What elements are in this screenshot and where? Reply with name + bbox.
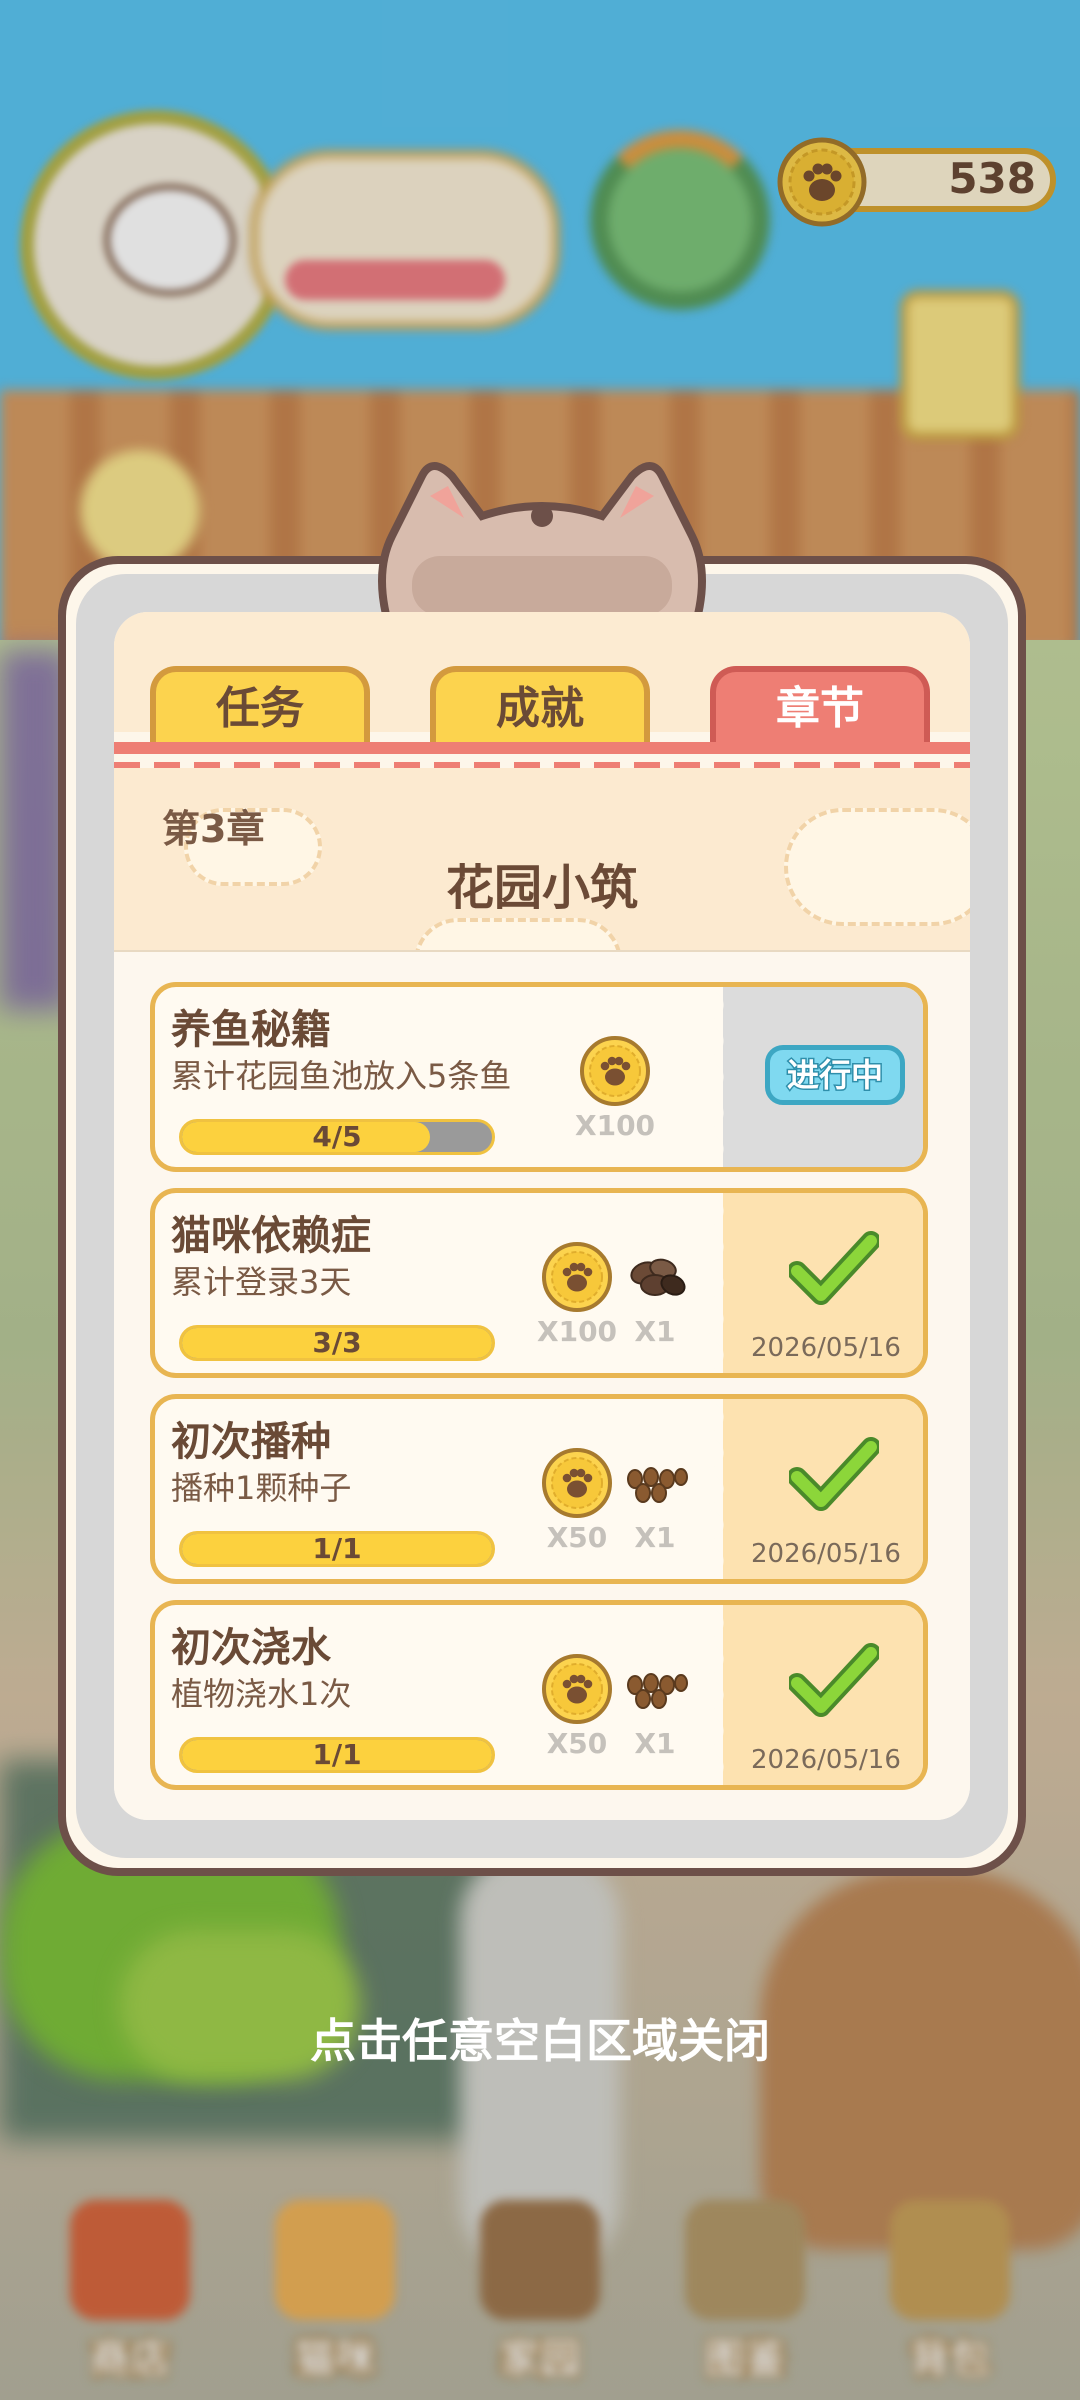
reward-item: X100 xyxy=(575,1035,655,1142)
reward-quantity: X100 xyxy=(575,1109,656,1142)
task-card: 养鱼秘籍 累计花园鱼池放入5条鱼 4/5 X100 进行中 xyxy=(150,982,928,1172)
status-pane: 进行中 xyxy=(709,987,923,1167)
task-description: 累计花园鱼池放入5条鱼 xyxy=(171,1057,512,1095)
reward-item: X50 xyxy=(537,1447,617,1554)
reward-quantity: X100 xyxy=(537,1315,618,1348)
seeds-icon xyxy=(627,1673,688,1709)
task-title: 养鱼秘籍 xyxy=(171,1007,331,1053)
coffee-beans-icon xyxy=(630,1258,686,1296)
reward-item: X1 xyxy=(615,1241,695,1348)
task-card: 初次浇水 植物浇水1次 1/1 X50 X1 2026/05/16 xyxy=(150,1600,928,1790)
cloud-decoration xyxy=(414,918,622,950)
reward-item: X50 xyxy=(537,1653,617,1760)
paw-coin-icon xyxy=(542,1654,612,1724)
checkmark-icon xyxy=(789,1437,879,1511)
ticket-notch xyxy=(709,1193,737,1373)
status-pane: 2026/05/16 xyxy=(709,1605,923,1785)
ticket-notch xyxy=(709,987,737,1167)
checkmark-icon xyxy=(789,1231,879,1305)
reward-item: X1 xyxy=(615,1653,695,1760)
reward-quantity: X50 xyxy=(546,1521,608,1554)
completion-date: 2026/05/16 xyxy=(751,1333,901,1363)
task-modal: 任务 成就 章节 第3章 花园小筑 养鱼秘籍 累计花园鱼池放入5条鱼 4/5 X… xyxy=(58,462,1026,1876)
modal-content: 任务 成就 章节 第3章 花园小筑 养鱼秘籍 累计花园鱼池放入5条鱼 4/5 X… xyxy=(114,612,970,1820)
progress-text: 3/3 xyxy=(312,1326,362,1359)
chapter-number: 第3章 xyxy=(162,807,265,851)
progress-bar: 1/1 xyxy=(179,1737,495,1773)
reward-quantity: X1 xyxy=(634,1521,676,1554)
completion-date: 2026/05/16 xyxy=(751,1745,901,1775)
seeds-icon xyxy=(627,1467,688,1503)
status-pane: 2026/05/16 xyxy=(709,1399,923,1579)
task-description: 植物浇水1次 xyxy=(171,1675,352,1713)
tab-bar: 任务 成就 章节 xyxy=(114,612,970,746)
paw-coin-icon xyxy=(542,1242,612,1312)
in-progress-button[interactable]: 进行中 xyxy=(765,1045,905,1105)
tab-achievements[interactable]: 成就 xyxy=(430,666,650,746)
checkmark-icon xyxy=(789,1643,879,1717)
tab-tasks[interactable]: 任务 xyxy=(150,666,370,746)
completion-date: 2026/05/16 xyxy=(751,1539,901,1569)
paw-coin-icon xyxy=(580,1036,650,1106)
paw-coin-icon xyxy=(542,1448,612,1518)
reward-quantity: X50 xyxy=(546,1727,608,1760)
task-description: 播种1颗种子 xyxy=(171,1469,352,1507)
status-pane: 2026/05/16 xyxy=(709,1193,923,1373)
progress-bar: 4/5 xyxy=(179,1119,495,1155)
progress-bar: 3/3 xyxy=(179,1325,495,1361)
tab-chapters[interactable]: 章节 xyxy=(710,666,930,746)
reward-item: X100 xyxy=(537,1241,617,1348)
tab-underline xyxy=(114,742,970,754)
chapter-title: 花园小筑 xyxy=(445,860,638,916)
task-title: 初次播种 xyxy=(171,1419,331,1465)
reward-quantity: X1 xyxy=(634,1315,676,1348)
ticket-notch xyxy=(709,1605,737,1785)
progress-bar: 1/1 xyxy=(179,1531,495,1567)
task-title: 猫咪依赖症 xyxy=(171,1213,371,1259)
progress-text: 1/1 xyxy=(312,1532,362,1565)
task-description: 累计登录3天 xyxy=(171,1263,352,1301)
task-card: 初次播种 播种1颗种子 1/1 X50 X1 2026/05/16 xyxy=(150,1394,928,1584)
chapter-header: 第3章 花园小筑 xyxy=(114,768,970,950)
close-hint: 点击任意空白区域关闭 xyxy=(310,2014,770,2068)
task-title: 初次浇水 xyxy=(171,1625,331,1671)
reward-item: X1 xyxy=(615,1447,695,1554)
cat-ears-icon xyxy=(378,462,706,636)
reward-quantity: X1 xyxy=(634,1727,676,1760)
progress-text: 1/1 xyxy=(312,1738,362,1771)
progress-text: 4/5 xyxy=(312,1120,362,1153)
task-list[interactable]: 养鱼秘籍 累计花园鱼池放入5条鱼 4/5 X100 进行中 猫咪依赖症 累计登录… xyxy=(114,950,970,1820)
task-card: 猫咪依赖症 累计登录3天 3/3 X100 X1 2026/05/16 xyxy=(150,1188,928,1378)
ticket-notch xyxy=(709,1399,737,1579)
